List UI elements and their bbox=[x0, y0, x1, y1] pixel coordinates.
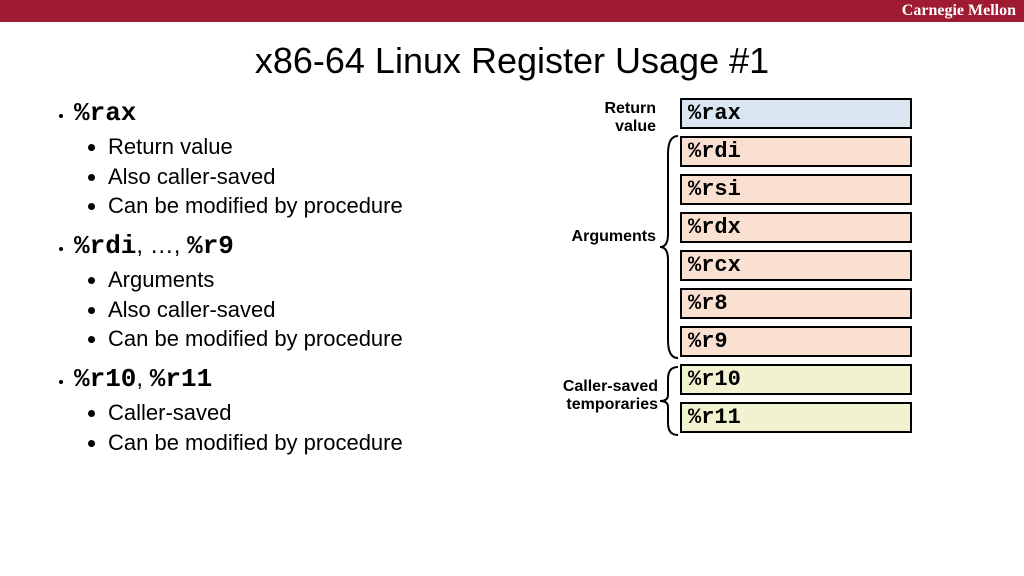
brace-arguments-icon bbox=[660, 134, 680, 360]
slide-title: x86-64 Linux Register Usage #1 bbox=[0, 40, 1024, 82]
reg-box-rax: %rax bbox=[680, 98, 912, 129]
reg-name: %r9 bbox=[187, 231, 234, 261]
bullet: Caller-saved bbox=[108, 398, 510, 428]
label-arguments: Arguments bbox=[556, 228, 656, 246]
sep: , bbox=[136, 365, 149, 392]
bullet: Return value bbox=[108, 132, 510, 162]
bullet: Can be modified by procedure bbox=[108, 324, 510, 354]
label-line: Return bbox=[604, 100, 656, 117]
brace-callersaved-icon bbox=[660, 365, 680, 437]
label-line: Caller-saved bbox=[563, 378, 658, 395]
bullet: Also caller-saved bbox=[108, 295, 510, 325]
bullet: Arguments bbox=[108, 265, 510, 295]
bullet: Can be modified by procedure bbox=[108, 191, 510, 221]
brand-wordmark: Carnegie Mellon bbox=[902, 0, 1016, 22]
reg-box-rsi: %rsi bbox=[680, 174, 912, 205]
label-caller-saved: Caller-saved temporaries bbox=[548, 378, 658, 413]
reg-box-rdx: %rdx bbox=[680, 212, 912, 243]
label-line: temporaries bbox=[566, 396, 658, 413]
reg-name: %r11 bbox=[150, 364, 212, 394]
bullet-column: %rax Return value Also caller-saved Can … bbox=[50, 98, 510, 468]
reg-name: %rax bbox=[74, 98, 136, 128]
group-rdi-r9: %rdi, …, %r9 Arguments Also caller-saved… bbox=[74, 231, 510, 354]
reg-name: %rdi bbox=[74, 231, 136, 261]
reg-box-r9: %r9 bbox=[680, 326, 912, 357]
bullet: Can be modified by procedure bbox=[108, 428, 510, 458]
reg-box-rdi: %rdi bbox=[680, 136, 912, 167]
reg-box-r10: %r10 bbox=[680, 364, 912, 395]
reg-box-rcx: %rcx bbox=[680, 250, 912, 281]
bullet: Also caller-saved bbox=[108, 162, 510, 192]
reg-box-r8: %r8 bbox=[680, 288, 912, 319]
sep: , …, bbox=[136, 232, 187, 259]
label-return-value: Return value bbox=[566, 100, 656, 135]
header-bar: Carnegie Mellon bbox=[0, 0, 1024, 22]
reg-name: %r10 bbox=[74, 364, 136, 394]
group-rax: %rax Return value Also caller-saved Can … bbox=[74, 98, 510, 221]
reg-box-r11: %r11 bbox=[680, 402, 912, 433]
register-boxes: %rax %rdi %rsi %rdx %rcx %r8 %r9 %r10 %r… bbox=[680, 98, 912, 440]
group-r10-r11: %r10, %r11 Caller-saved Can be modified … bbox=[74, 364, 510, 457]
label-line: value bbox=[615, 118, 656, 135]
